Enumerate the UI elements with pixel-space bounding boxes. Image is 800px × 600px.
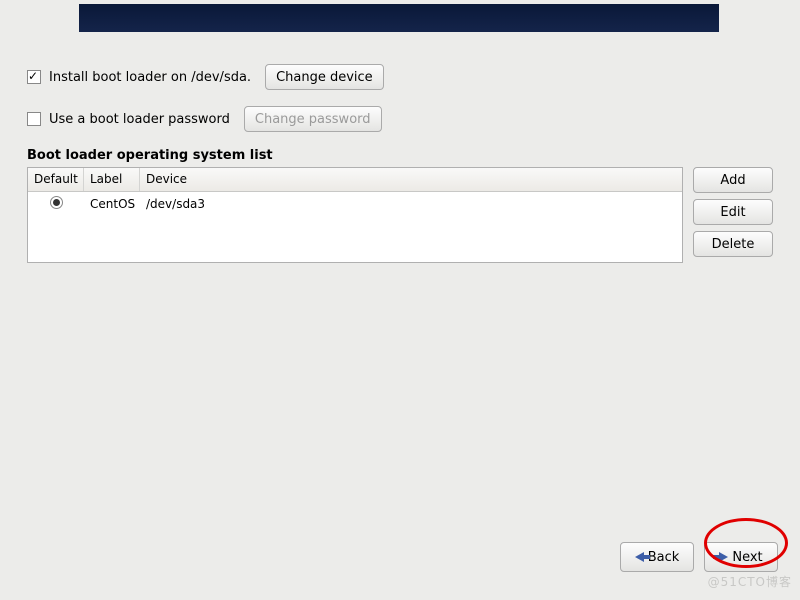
- side-buttons: Add Edit Delete: [693, 167, 773, 257]
- watermark: @51CTO博客: [708, 573, 792, 590]
- install-bootloader-checkbox[interactable]: [27, 70, 41, 84]
- next-label: Next: [732, 550, 762, 565]
- col-label[interactable]: Label: [84, 168, 140, 191]
- table-row[interactable]: CentOS /dev/sda3: [28, 192, 682, 216]
- cell-label: CentOS: [84, 193, 140, 215]
- delete-button[interactable]: Delete: [693, 231, 773, 257]
- os-list-table[interactable]: Default Label Device CentOS /dev/sda3: [27, 167, 683, 263]
- change-device-button[interactable]: Change device: [265, 64, 384, 90]
- add-button[interactable]: Add: [693, 167, 773, 193]
- install-bootloader-row: Install boot loader on /dev/sda. Change …: [27, 64, 773, 90]
- next-button[interactable]: Next: [704, 542, 778, 572]
- use-password-row: Use a boot loader password Change passwo…: [27, 106, 773, 132]
- default-radio[interactable]: [50, 196, 63, 209]
- edit-button[interactable]: Edit: [693, 199, 773, 225]
- table-header: Default Label Device: [28, 168, 682, 192]
- cell-device: /dev/sda3: [140, 193, 211, 215]
- arrow-left-icon: [635, 552, 644, 562]
- use-password-label: Use a boot loader password: [49, 112, 230, 127]
- arrow-right-icon: [719, 552, 728, 562]
- back-button[interactable]: Back: [620, 542, 694, 572]
- col-device[interactable]: Device: [140, 168, 682, 191]
- col-default[interactable]: Default: [28, 168, 84, 191]
- cell-default[interactable]: [28, 192, 84, 216]
- header-banner: [79, 4, 719, 32]
- os-list-title: Boot loader operating system list: [27, 148, 773, 163]
- change-password-button: Change password: [244, 106, 382, 132]
- install-bootloader-label: Install boot loader on /dev/sda.: [49, 70, 251, 85]
- use-password-checkbox[interactable]: [27, 112, 41, 126]
- footer-nav: Back Next: [620, 542, 778, 572]
- back-label: Back: [648, 550, 680, 565]
- main-content: Install boot loader on /dev/sda. Change …: [27, 64, 773, 263]
- os-list-area: Default Label Device CentOS /dev/sda3 Ad…: [27, 167, 773, 263]
